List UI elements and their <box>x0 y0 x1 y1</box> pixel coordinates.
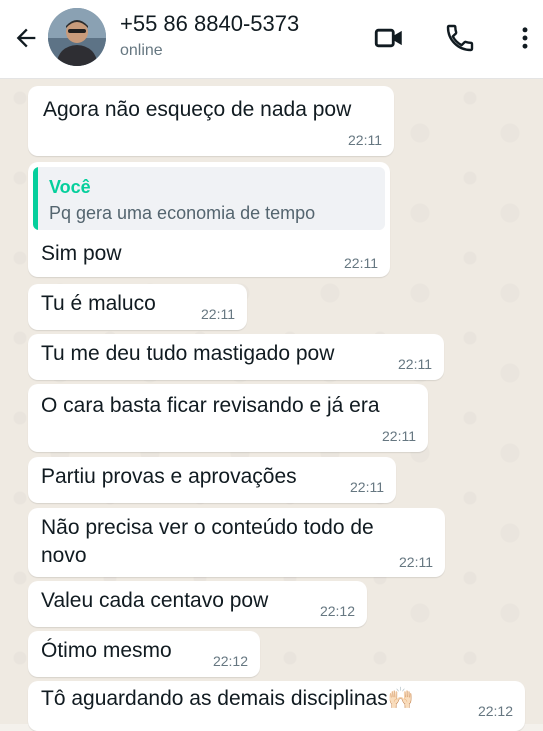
message-time: 22:11 <box>344 255 378 271</box>
contact-name[interactable]: +55 86 8840-5373 <box>120 11 299 37</box>
message-bubble[interactable]: Não precisa ver o conteúdo todo de novo … <box>28 508 445 577</box>
chat-header: +55 86 8840-5373 online <box>0 0 543 79</box>
message-time: 22:11 <box>382 428 416 444</box>
message-text: Tu é maluco <box>41 292 156 315</box>
message-bubble[interactable]: Ótimo mesmo 22:12 <box>28 631 260 677</box>
quote-text: Pq gera uma economia de tempo <box>49 203 316 223</box>
message-time: 22:12 <box>477 703 513 719</box>
message-time: 22:11 <box>398 356 432 372</box>
message-bubble[interactable]: Agora não esqueço de nada pow 22:11 <box>28 86 394 156</box>
phone-icon <box>446 24 474 52</box>
message-bubble[interactable]: Você Pq gera uma economia de tempo Sim p… <box>28 162 390 277</box>
message-text: Sim pow <box>41 242 122 265</box>
voice-call-button[interactable] <box>442 20 478 56</box>
message-time: 22:11 <box>348 132 382 148</box>
message-bubble[interactable]: Partiu provas e aprovações 22:11 <box>28 457 396 503</box>
message-time: 22:12 <box>319 603 355 619</box>
message-text: Não precisa ver o conteúdo todo de novo <box>41 516 374 567</box>
message-text: Tô aguardando as demais disciplinas🙌🏻 <box>41 687 414 710</box>
video-call-button[interactable] <box>371 20 407 56</box>
back-button[interactable] <box>10 22 42 54</box>
message-bubble[interactable]: Tu me deu tudo mastigado pow 22:11 <box>28 334 444 380</box>
message-text: Ótimo mesmo <box>41 639 172 662</box>
quoted-message[interactable]: Você Pq gera uma economia de tempo <box>33 167 385 230</box>
message-bubble[interactable]: O cara basta ficar revisando e já era 22… <box>28 384 428 452</box>
message-text: O cara basta ficar revisando e já era <box>41 394 380 417</box>
message-text: Tu me deu tudo mastigado pow <box>41 342 335 365</box>
message-text: Valeu cada centavo pow <box>41 589 269 612</box>
video-call-icon <box>374 28 402 48</box>
quote-author: Você <box>49 177 91 197</box>
more-options-icon <box>522 27 528 49</box>
profile-photo <box>48 8 106 66</box>
message-time: 22:12 <box>212 653 248 669</box>
message-bubble[interactable]: Tu é maluco 22:11 <box>28 284 247 330</box>
avatar[interactable] <box>48 8 106 66</box>
message-time: 22:11 <box>201 306 235 322</box>
message-text: Partiu provas e aprovações <box>41 465 297 488</box>
message-time: 22:11 <box>399 554 433 570</box>
contact-status: online <box>120 42 163 59</box>
back-arrow-icon <box>16 28 36 48</box>
message-bubble[interactable]: Valeu cada centavo pow 22:12 <box>28 581 367 627</box>
more-options-button[interactable] <box>507 20 543 56</box>
raised-hands-emoji: 🙌🏻 <box>387 687 414 710</box>
message-text: Agora não esqueço de nada pow <box>43 98 352 121</box>
message-time: 22:11 <box>350 479 384 495</box>
